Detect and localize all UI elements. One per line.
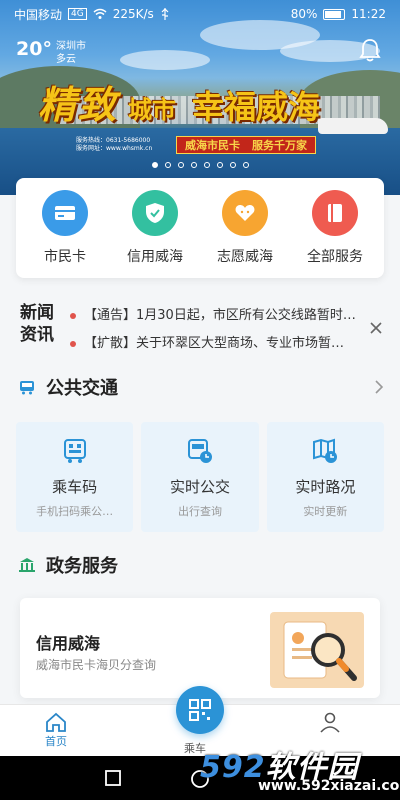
banner-headline: 精致 城市 幸福威海 bbox=[38, 74, 320, 129]
section-title: 政务服务 bbox=[46, 556, 118, 577]
city-name: 深圳市 bbox=[55, 41, 86, 52]
quick-services-card: 市民卡 信用威海 志愿威海 全部服务 bbox=[16, 178, 384, 278]
nav-me[interactable] bbox=[318, 711, 342, 733]
recent-apps-icon[interactable] bbox=[104, 769, 122, 787]
service-label: 全部服务 bbox=[307, 249, 363, 265]
notification-bell-icon[interactable] bbox=[356, 36, 384, 64]
banner-promo: 威海市民卡 服务千万家 bbox=[176, 136, 316, 154]
card-subtitle: 威海市民卡海贝分查询 bbox=[36, 658, 157, 672]
nav-home[interactable]: 首页 bbox=[44, 711, 68, 749]
credit-weihai-card[interactable]: 信用威海 威海市民卡海贝分查询 bbox=[20, 598, 380, 698]
headline-left-small: 城市 bbox=[128, 95, 177, 124]
gov-header: 政务服务 bbox=[18, 552, 384, 578]
weather-condition: 多云 bbox=[55, 54, 76, 65]
user-icon bbox=[320, 712, 340, 733]
battery-percent: 80% bbox=[290, 7, 318, 21]
carousel-dot[interactable] bbox=[216, 162, 223, 168]
tile-subtitle: 实时更新 bbox=[303, 505, 348, 518]
usb-icon bbox=[161, 8, 169, 20]
transit-tiles: 乘车码 手机扫码乘公… 实时公交 出行查询 实时路况 实时更新 bbox=[16, 422, 384, 532]
service-all[interactable]: 全部服务 bbox=[291, 190, 379, 266]
watermark-url: www.592xiazai.com bbox=[258, 778, 400, 794]
promo-b: 服务千万家 bbox=[252, 139, 307, 152]
wifi-icon bbox=[93, 8, 107, 19]
carousel-dot[interactable] bbox=[151, 162, 158, 168]
tile-title: 乘车码 bbox=[52, 478, 98, 496]
transit-header[interactable]: 公共交通 bbox=[18, 374, 384, 400]
service-label: 志愿威海 bbox=[217, 249, 273, 265]
bus-clock-icon bbox=[187, 439, 212, 463]
carousel-dot[interactable] bbox=[177, 162, 184, 168]
news-title: 新闻 资讯 bbox=[20, 302, 62, 346]
weather-widget[interactable]: 20° 深圳市 多云 bbox=[16, 38, 86, 66]
shield-check-icon bbox=[132, 190, 178, 236]
qr-scan-icon bbox=[189, 699, 211, 721]
card-title: 信用威海 bbox=[36, 634, 101, 653]
government-building-icon bbox=[19, 558, 35, 572]
nav-home-label: 首页 bbox=[45, 735, 67, 748]
tile-title: 实时公交 bbox=[169, 478, 230, 496]
service-volunteer-weihai[interactable]: 志愿威海 bbox=[201, 190, 289, 266]
tile-title: 实时路况 bbox=[295, 478, 356, 496]
service-citizen-card[interactable]: 市民卡 bbox=[21, 190, 109, 266]
home-icon bbox=[46, 712, 66, 732]
bus-icon bbox=[20, 381, 34, 395]
news-item[interactable]: 【扩散】关于环翠区大型商场、专业市场暂… bbox=[70, 332, 360, 351]
news-section: 新闻 资讯 【通告】1月30日起，市区所有公交线路暂时… 【扩散】关于环翠区大型… bbox=[20, 298, 384, 358]
clock: 11:22 bbox=[351, 7, 386, 21]
speed-label: 225K/s bbox=[112, 7, 154, 21]
status-bar: 中国移动 4G 225K/s 80% 11:22 bbox=[0, 0, 400, 28]
tile-traffic[interactable]: 实时路况 实时更新 bbox=[266, 422, 384, 532]
ride-scan-button[interactable] bbox=[176, 686, 224, 734]
credit-illustration bbox=[270, 612, 364, 688]
tile-realtime-bus[interactable]: 实时公交 出行查询 bbox=[141, 422, 259, 532]
card-icon bbox=[42, 190, 88, 236]
carrier-label: 中国移动 bbox=[14, 7, 63, 22]
hero-banner[interactable]: 中国移动 4G 225K/s 80% 11:22 20° 深圳市 多云 精致 城… bbox=[0, 0, 400, 195]
service-label: 市民卡 bbox=[44, 249, 86, 265]
headline-right: 幸福威海 bbox=[192, 88, 321, 126]
bus-qr-icon bbox=[63, 439, 86, 463]
chevron-right-icon[interactable] bbox=[374, 379, 384, 395]
temperature: 20° bbox=[16, 38, 52, 60]
promo-a: 威海市民卡 bbox=[185, 139, 240, 152]
tile-ride-code[interactable]: 乘车码 手机扫码乘公… bbox=[16, 422, 134, 532]
service-credit-weihai[interactable]: 信用威海 bbox=[111, 190, 199, 266]
banner-hotline: 服务热线：0631-5686000 服务网址：www.whsmk.cn bbox=[76, 137, 153, 152]
close-icon[interactable] bbox=[368, 320, 384, 336]
carousel-dot[interactable] bbox=[164, 162, 171, 168]
headline-left-big: 精致 bbox=[38, 82, 119, 127]
heart-icon bbox=[222, 190, 268, 236]
network-label: 4G bbox=[68, 8, 87, 20]
book-icon bbox=[312, 190, 358, 236]
news-title-line2: 资讯 bbox=[20, 325, 54, 345]
carousel-dot[interactable] bbox=[190, 162, 197, 168]
news-title-line1: 新闻 bbox=[20, 303, 54, 323]
carousel-dot[interactable] bbox=[242, 162, 249, 168]
carousel-dots[interactable] bbox=[0, 162, 400, 168]
watermark-num: 592 bbox=[200, 750, 266, 785]
carousel-dot[interactable] bbox=[203, 162, 210, 168]
section-title: 公共交通 bbox=[46, 378, 118, 399]
tile-subtitle: 手机扫码乘公… bbox=[36, 505, 114, 518]
news-item[interactable]: 【通告】1月30日起，市区所有公交线路暂时… bbox=[70, 304, 360, 323]
carousel-dot[interactable] bbox=[229, 162, 236, 168]
service-label: 信用威海 bbox=[127, 249, 183, 265]
map-clock-icon bbox=[313, 438, 338, 463]
tile-subtitle: 出行查询 bbox=[177, 505, 222, 518]
battery-icon bbox=[323, 8, 346, 20]
